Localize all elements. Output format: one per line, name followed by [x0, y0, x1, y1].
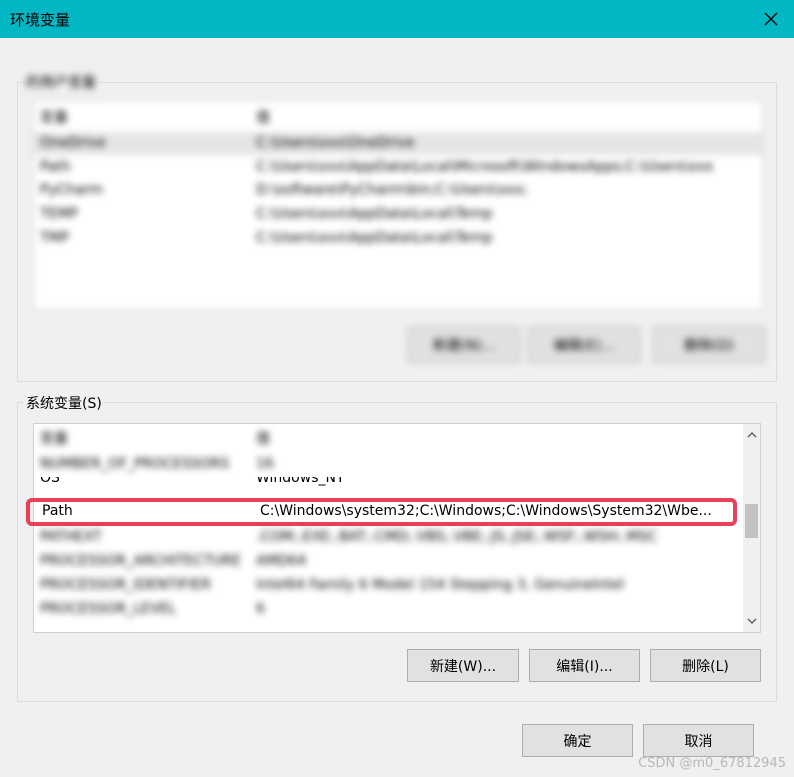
close-button[interactable] [748, 0, 794, 38]
system-delete-button[interactable]: 删除(L) [650, 649, 761, 682]
path-row-highlight [26, 498, 737, 526]
scroll-up-arrow[interactable] [743, 426, 760, 443]
header-name: 变量 [40, 431, 68, 447]
var-name: TMP [40, 230, 70, 246]
user-variables-label: 的用户变量 [24, 72, 98, 92]
system-new-button[interactable]: 新建(W)... [407, 649, 519, 682]
list-item[interactable]: OneDrive C:\Users\xxx\OneDrive [34, 132, 762, 155]
list-item[interactable]: PROCESSOR_IDENTIFIER Intel64 Family 6 Mo… [34, 574, 734, 597]
list-item[interactable]: TMP C:\Users\xxx\AppData\Local\Temp [34, 227, 762, 250]
system-edit-button[interactable]: 编辑(I)... [529, 649, 640, 682]
list-item[interactable]: PROCESSOR_ARCHITECTURE AMD64 [34, 550, 734, 573]
system-variables-header: 变量 值 [34, 428, 734, 451]
close-icon [764, 12, 778, 26]
var-value: 16 [256, 456, 274, 472]
var-value: C:\Users\xxx\AppData\Local\Temp [256, 206, 493, 222]
var-value: Windows_NT [256, 477, 345, 486]
var-name: PyCharm [40, 182, 104, 198]
var-name: PROCESSOR_LEVEL [40, 601, 177, 617]
var-value: AMD64 [256, 553, 307, 569]
var-name: TEMP [40, 206, 78, 222]
var-name: NUMBER_OF_PROCESSORS [40, 456, 230, 472]
var-name: PROCESSOR_ARCHITECTURE [40, 553, 241, 569]
list-item[interactable]: TEMP C:\Users\xxx\AppData\Local\Temp [34, 203, 762, 226]
user-variables-header: 变量 值 [34, 107, 762, 130]
list-item[interactable]: NUMBER_OF_PROCESSORS 16 [34, 453, 734, 476]
cancel-button[interactable]: 取消 [643, 724, 754, 757]
window-title: 环境变量 [10, 11, 71, 29]
var-value: 6 [256, 601, 265, 617]
var-name: OneDrive [40, 135, 106, 151]
header-value: 值 [256, 110, 270, 126]
var-value: C:\Users\xxx\AppData\Local\Microsoft\Win… [256, 159, 714, 175]
vertical-scrollbar[interactable] [743, 424, 760, 632]
list-item[interactable]: PROCESSOR_LEVEL 6 [34, 598, 734, 621]
var-value: C:\Users\xxx\AppData\Local\Temp [256, 230, 493, 246]
header-name: 变量 [40, 110, 68, 126]
list-item[interactable]: OS Windows_NT [34, 477, 734, 495]
var-value: C:\Users\xxx\OneDrive [256, 135, 415, 151]
chevron-down-icon [746, 617, 757, 624]
var-name: Path [40, 159, 71, 175]
var-value: .COM;.EXE;.BAT;.CMD;.VBS;.VBE;.JS;.JSE;.… [256, 529, 658, 545]
var-value: Intel64 Family 6 Model 154 Stepping 3, G… [256, 577, 625, 593]
var-name: PATHEXT [40, 529, 102, 545]
list-item[interactable]: Path C:\Users\xxx\AppData\Local\Microsof… [34, 156, 762, 179]
user-delete-button[interactable]: 删除(D) [653, 327, 765, 363]
system-variables-label: 系统变量(S) [24, 393, 104, 413]
user-new-button[interactable]: 新建(N)... [408, 327, 520, 363]
list-item[interactable]: PATHEXT .COM;.EXE;.BAT;.CMD;.VBS;.VBE;.J… [34, 526, 734, 549]
header-value: 值 [256, 431, 270, 447]
var-name: PROCESSOR_IDENTIFIER [40, 577, 211, 593]
user-variables-list[interactable]: 变量 值 OneDrive C:\Users\xxx\OneDrive Path… [33, 100, 763, 310]
var-name: OS [40, 477, 60, 486]
scroll-thumb[interactable] [745, 504, 758, 538]
user-edit-button[interactable]: 编辑(E)... [528, 327, 640, 363]
list-item[interactable]: PyCharm D:\software\PyCharm\bin;C:\Users… [34, 179, 762, 202]
title-bar: 环境变量 [0, 0, 794, 38]
system-variables-list[interactable]: 变量 值 NUMBER_OF_PROCESSORS 16 OS Windows_… [33, 423, 761, 633]
ok-button[interactable]: 确定 [522, 724, 633, 757]
watermark: CSDN @m0_67812945 [638, 756, 786, 771]
scroll-down-arrow[interactable] [743, 612, 760, 629]
chevron-up-icon [746, 431, 757, 438]
var-value: D:\software\PyCharm\bin;C:\Users\xxx; [256, 182, 528, 198]
